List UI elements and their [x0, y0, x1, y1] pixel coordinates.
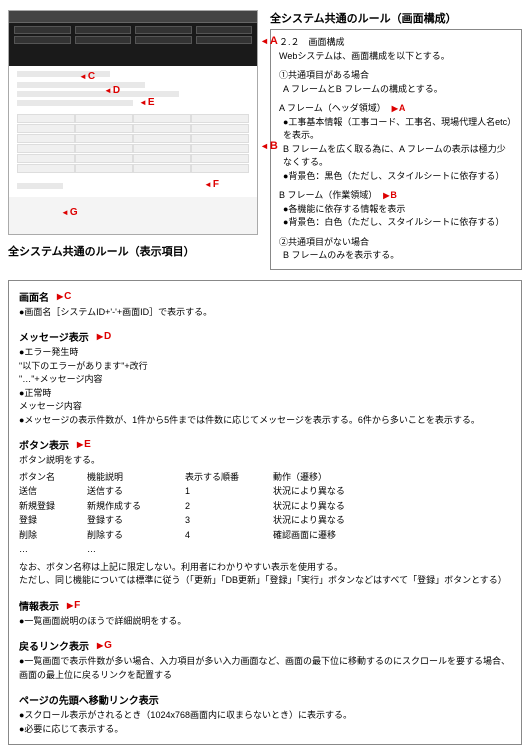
- p-l1: ●スクロール表示がされるとき（1024x768画面内に収まらないとき）に表示する…: [19, 709, 511, 723]
- label-g: G: [61, 207, 78, 218]
- tag-d: D: [97, 331, 111, 342]
- sec-g-body: ●一覧画面で表示件数が多い場合、入力項目が多い入力画面など、画面の最下位に移動す…: [19, 655, 511, 682]
- e-note1: なお、ボタン名称は上記に限定しない。利用者にわかりやすい表示を使用する。: [19, 561, 511, 575]
- label-b-arrow: B: [260, 140, 278, 152]
- case2-sub: B フレームのみを表示する。: [283, 249, 513, 263]
- tag-c: C: [57, 291, 71, 302]
- td: 新規登録: [19, 500, 79, 514]
- td: 削除: [19, 529, 79, 543]
- td: 1: [185, 485, 265, 499]
- label-e: E: [139, 97, 155, 108]
- case1-sub: A フレームとB フレームの構成とする。: [283, 83, 513, 97]
- tag-e: E: [77, 439, 91, 450]
- td: 確認画面に遷移: [273, 529, 393, 543]
- label-c: C: [79, 71, 95, 82]
- td: 新規作成する: [87, 500, 177, 514]
- td: 状況により異なる: [273, 485, 393, 499]
- label-a-inline: A: [392, 102, 406, 116]
- td: 4: [185, 529, 265, 543]
- sec-f-title: 情報表示F: [19, 598, 80, 613]
- d-l4: ●正常時: [19, 387, 511, 401]
- d-l5: メッセージ内容: [19, 400, 511, 414]
- panel-right: ２.２ 画面構成 Webシステムは、画面構成を以下とする。 ①共通項目がある場合…: [270, 29, 522, 270]
- aframe-line2: B フレームを広く取る為に、A フレームの表示は極力少なくする。: [283, 143, 513, 170]
- panel-right-title: 全システム共通のルール（画面構成）: [270, 10, 522, 26]
- lower-panel: 画面名C ●画面名［システムID+'-'+画面ID］で表示する。 メッセージ表示…: [8, 280, 522, 746]
- button-table: ボタン名機能説明表示する順番動作（遷移） 送信送信する 1 状況により異なる 新規登…: [19, 471, 511, 557]
- label-b-inline: B: [383, 189, 397, 203]
- tag-g: G: [97, 640, 112, 651]
- td: 送信: [19, 485, 79, 499]
- d-l2: "以下のエラーがあります"+改行: [19, 360, 511, 374]
- aframe-line3: ●背景色：黒色（ただし、スタイルシートに依存する）: [283, 170, 513, 184]
- td: 削除する: [87, 529, 177, 543]
- screenshot-mock: C D E F G: [8, 10, 258, 235]
- sec-c-body: ●画面名［システムID+'-'+画面ID］で表示する。: [19, 306, 511, 320]
- td: 送信する: [87, 485, 177, 499]
- intro-text: Webシステムは、画面構成を以下とする。: [279, 50, 513, 64]
- label-d: D: [104, 85, 120, 96]
- sec-p-title: ページの先頭へ移動リンク表示: [19, 692, 159, 707]
- label-f: F: [204, 179, 219, 190]
- th: 動作（遷移）: [273, 471, 393, 485]
- td: 状況により異なる: [273, 514, 393, 528]
- th: 表示する順番: [185, 471, 265, 485]
- td: …: [19, 543, 79, 557]
- aframe-row: A フレーム（ヘッダ領域）A: [279, 102, 405, 116]
- tag-f: F: [67, 600, 80, 611]
- bframe-line2: ●背景色：白色（ただし、スタイルシートに依存する）: [283, 216, 513, 230]
- th: 機能説明: [87, 471, 177, 485]
- aframe-line1: ●工事基本情報（工事コード、工事名、現場代理人名etc）を表示。: [283, 116, 513, 143]
- sec-e-title: ボタン表示E: [19, 437, 91, 452]
- td: 登録: [19, 514, 79, 528]
- td: …: [87, 543, 177, 557]
- e-sub: ボタン説明をする。: [19, 454, 511, 468]
- e-note2: ただし、同じ機能については標準に従う（「更新」「DB更新」「登録」「実行」ボタン…: [19, 574, 511, 588]
- sec-f-body: ●一覧画面説明のほうで詳細説明をする。: [19, 615, 511, 629]
- bframe-line1: ●各機能に依存する情報を表示: [283, 203, 513, 217]
- td: 状況により異なる: [273, 500, 393, 514]
- d-l3: "…"+メッセージ内容: [19, 373, 511, 387]
- case1-title: ①共通項目がある場合: [279, 69, 513, 83]
- sec-d-title: メッセージ表示D: [19, 329, 111, 344]
- label-a-arrow: A: [260, 35, 278, 47]
- sec-c-title: 画面名C: [19, 289, 71, 304]
- th: ボタン名: [19, 471, 79, 485]
- lower-title: 全システム共通のルール（表示項目）: [8, 243, 258, 259]
- td: 2: [185, 500, 265, 514]
- case2-title: ②共通項目がない場合: [279, 236, 513, 250]
- p-l2: ●必要に応じて表示する。: [19, 723, 511, 737]
- sec-g-title: 戻るリンク表示G: [19, 638, 112, 653]
- d-l1: ●エラー発生時: [19, 346, 511, 360]
- bframe-row: B フレーム（作業領域）B: [279, 189, 397, 203]
- section-num: ２.２ 画面構成: [279, 36, 513, 50]
- d-l6: ●メッセージの表示件数が、1件から5件までは件数に応じてメッセージを表示する。6…: [19, 414, 511, 428]
- td: 3: [185, 514, 265, 528]
- td: 登録する: [87, 514, 177, 528]
